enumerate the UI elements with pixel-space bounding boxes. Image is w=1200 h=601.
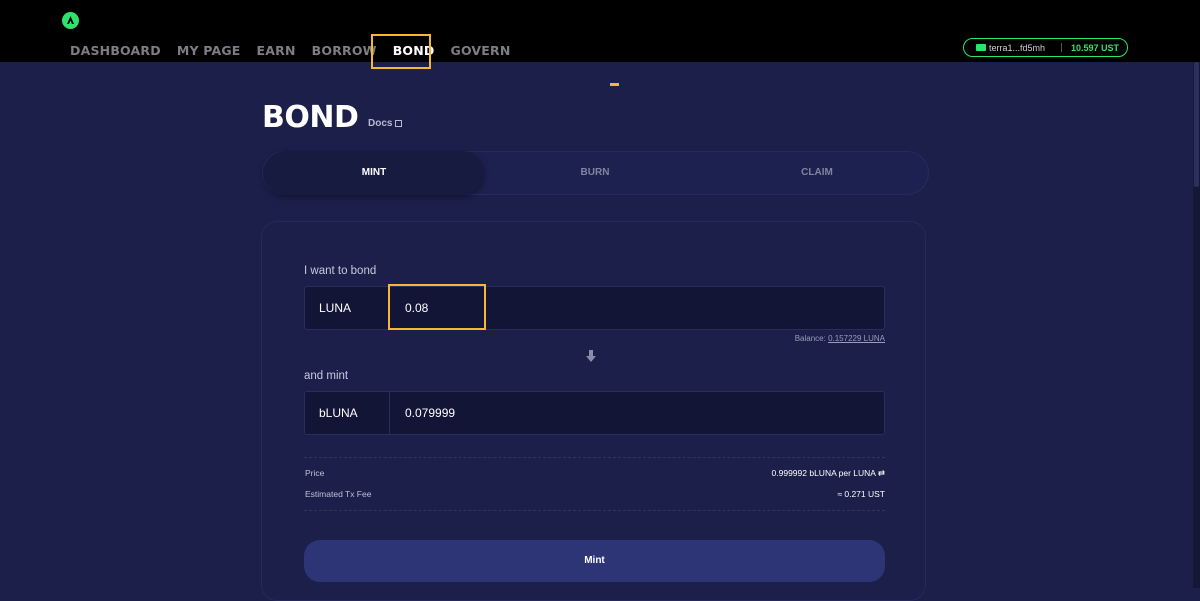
page-title: BOND bbox=[262, 100, 359, 135]
bond-label: I want to bond bbox=[304, 265, 377, 277]
details-divider-top bbox=[304, 457, 885, 458]
wallet-address: terra1...fd5mh bbox=[989, 42, 1046, 53]
nav-bond-highlight bbox=[371, 34, 431, 69]
balance-label: Balance: bbox=[794, 334, 826, 343]
fee-label: Estimated Tx Fee bbox=[305, 489, 372, 499]
price-value: 0.999992 bLUNA per LUNA ⇄ bbox=[772, 468, 885, 479]
anchor-logo-icon[interactable] bbox=[62, 12, 79, 29]
arrow-down-icon bbox=[585, 350, 597, 367]
details-divider-bottom bbox=[304, 510, 885, 511]
wallet-icon bbox=[976, 44, 986, 51]
nav-dashboard[interactable]: DASHBOARD bbox=[70, 44, 161, 58]
bond-input-highlight bbox=[388, 284, 486, 330]
mint-amount-input[interactable]: 0.079999 bbox=[405, 392, 455, 434]
mint-label: and mint bbox=[304, 370, 349, 382]
nav-my-page[interactable]: MY PAGE bbox=[177, 44, 241, 58]
docs-label: Docs bbox=[368, 118, 393, 129]
nav-govern[interactable]: GOVERN bbox=[450, 44, 510, 58]
price-value-text: 0.999992 bLUNA per LUNA bbox=[771, 468, 876, 478]
wallet-button[interactable]: terra1...fd5mh 10.597 UST bbox=[963, 38, 1128, 57]
nav-borrow[interactable]: BORROW bbox=[312, 44, 377, 58]
fee-value: ≈ 0.271 UST bbox=[837, 489, 885, 499]
external-link-icon bbox=[395, 120, 403, 127]
bond-token-label: LUNA bbox=[305, 287, 390, 329]
nav-earn[interactable]: EARN bbox=[257, 44, 296, 58]
docs-link[interactable]: Docs bbox=[368, 118, 403, 129]
price-label: Price bbox=[305, 468, 325, 478]
wallet-balance: 10.597 UST bbox=[1071, 42, 1120, 53]
main-nav: DASHBOARD MY PAGE EARN BORROW BOND GOVER… bbox=[70, 44, 527, 58]
mint-token-label: bLUNA bbox=[305, 392, 390, 434]
balance-info: Balance: 0.157229 LUNA bbox=[795, 334, 885, 343]
mint-button[interactable]: Mint bbox=[304, 540, 885, 582]
loading-indicator bbox=[610, 83, 619, 86]
scrollbar-thumb[interactable] bbox=[1194, 62, 1199, 187]
mint-amount-field: bLUNA 0.079999 bbox=[304, 391, 885, 435]
page-scrollbar[interactable] bbox=[1193, 62, 1200, 588]
wallet-separator bbox=[1061, 43, 1063, 52]
swap-icon[interactable]: ⇄ bbox=[878, 468, 885, 478]
top-navigation-bar: DASHBOARD MY PAGE EARN BORROW BOND GOVER… bbox=[0, 0, 1200, 69]
tab-burn[interactable]: BURN bbox=[484, 151, 706, 195]
tab-claim[interactable]: CLAIM bbox=[706, 151, 928, 195]
bond-tabs: MINT BURN CLAIM bbox=[262, 151, 929, 195]
tab-mint[interactable]: MINT bbox=[264, 151, 484, 195]
balance-value[interactable]: 0.157229 LUNA bbox=[828, 334, 885, 343]
